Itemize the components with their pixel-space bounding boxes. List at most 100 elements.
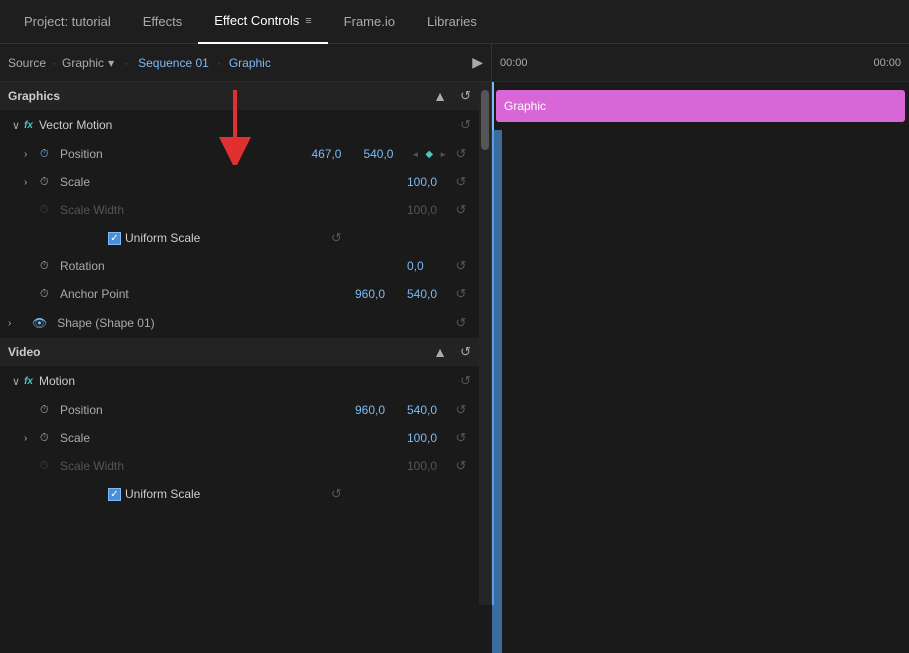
scale-stopwatch[interactable]: ⏱ (40, 176, 56, 189)
source-prefix: Source (8, 56, 46, 70)
uniform-scale-label: Uniform Scale (125, 231, 200, 245)
graphic-block[interactable]: Graphic (496, 90, 905, 122)
video-scale-stopwatch[interactable]: ⏱ (40, 432, 56, 445)
shape-row: › 👁 Shape (Shape 01) ↺ (0, 308, 479, 338)
anchor-point-stopwatch[interactable]: ⏱ (40, 288, 56, 301)
source-seq-item[interactable]: Graphic (229, 56, 271, 70)
video-reset-btn[interactable]: ↺ (460, 344, 471, 360)
position-nav-left[interactable]: ◄ (411, 150, 419, 159)
position-stopwatch[interactable]: ⏱ (40, 148, 56, 161)
video-scale-width-row: ⏱ Scale Width 100,0 ↺ (0, 452, 479, 480)
source-item: Graphic (62, 56, 104, 70)
video-scale-expand[interactable]: › (24, 433, 36, 444)
video-scale-width-label: Scale Width (60, 459, 403, 473)
position-row: › ⏱ Position 467,0 540,0 ◄ ◆ ► ↺ (0, 140, 479, 168)
position-label: Position (60, 147, 307, 161)
vector-motion-collapse[interactable]: ∨ (12, 119, 20, 132)
timeline-header: 00:00 00:00 (492, 44, 909, 82)
motion-collapse[interactable]: ∨ (12, 375, 20, 388)
vector-motion-name: Vector Motion (39, 118, 112, 132)
scale-expand[interactable]: › (24, 177, 36, 188)
uniform-scale-checkbox[interactable]: ✓ (108, 232, 121, 245)
tab-effects[interactable]: Effects (127, 0, 199, 44)
scale-row: › ⏱ Scale 100,0 ↺ (0, 168, 479, 196)
scale-reset[interactable]: ↺ (451, 174, 471, 190)
source-dropdown-icon[interactable]: ▾ (108, 56, 114, 70)
graphic-block-label: Graphic (504, 99, 546, 113)
shape-expand[interactable]: › (8, 318, 20, 329)
video-uniform-scale-row: ✓ Uniform Scale ↺ (0, 480, 479, 508)
menu-icon[interactable]: ≡ (305, 15, 311, 27)
video-title: Video (8, 345, 40, 359)
tab-libraries[interactable]: Libraries (411, 0, 493, 44)
position-keyframe[interactable]: ◆ (425, 149, 433, 160)
tab-effect-controls[interactable]: Effect Controls ≡ (198, 0, 327, 44)
vector-motion-row: ∨ fx Vector Motion ↺ (0, 110, 479, 140)
position-val1[interactable]: 467,0 (311, 147, 351, 161)
shape-reset[interactable]: ↺ (451, 315, 471, 331)
shape-eye-icon[interactable]: 👁 (32, 316, 47, 330)
scale-val[interactable]: 100,0 (407, 175, 447, 189)
position-reset[interactable]: ↺ (451, 146, 471, 162)
props-area: Graphics ▲ ↺ ∨ fx Vector Motion ↺ (0, 82, 479, 605)
right-panel: 00:00 00:00 Graphic (492, 44, 909, 605)
source-sequence[interactable]: Sequence 01 (138, 56, 209, 70)
panel-content: Graphics ▲ ↺ ∨ fx Vector Motion ↺ (0, 82, 491, 605)
vector-motion-reset[interactable]: ↺ (460, 117, 471, 133)
video-position-val2[interactable]: 540,0 (407, 403, 447, 417)
rotation-stopwatch[interactable]: ⏱ (40, 260, 56, 273)
anchor-point-label: Anchor Point (60, 287, 351, 301)
timeline-left-handle[interactable] (492, 130, 502, 653)
scroll-thumb[interactable] (481, 90, 489, 150)
position-nav-right[interactable]: ► (439, 150, 447, 159)
play-icon[interactable]: ▶ (472, 54, 483, 71)
tab-frameio[interactable]: Frame.io (328, 0, 411, 44)
motion-name: Motion (39, 374, 75, 388)
scale-width-label: Scale Width (60, 203, 403, 217)
left-scrollbar[interactable] (479, 82, 491, 605)
video-position-row: ⏱ Position 960,0 540,0 ↺ (0, 396, 479, 424)
video-scale-width-stopwatch[interactable]: ⏱ (40, 460, 56, 473)
graphics-reset-btn[interactable]: ↺ (460, 88, 471, 104)
video-scale-val[interactable]: 100,0 (407, 431, 447, 445)
position-val2[interactable]: 540,0 (363, 147, 403, 161)
video-position-val1[interactable]: 960,0 (355, 403, 395, 417)
scale-width-val: 100,0 (407, 203, 447, 217)
video-scale-label: Scale (60, 431, 403, 445)
main-layout: Source · Graphic ▾ · Sequence 01 · Graph… (0, 44, 909, 605)
anchor-point-val1[interactable]: 960,0 (355, 287, 395, 301)
video-position-label: Position (60, 403, 351, 417)
position-expand[interactable]: › (24, 149, 36, 160)
video-uniform-scale-checkbox[interactable]: ✓ (108, 488, 121, 501)
video-scale-reset[interactable]: ↺ (451, 430, 471, 446)
anchor-point-reset[interactable]: ↺ (451, 286, 471, 302)
fx-badge-motion: fx (24, 376, 33, 387)
timeline-start-time: 00:00 (500, 57, 528, 69)
fx-badge-vector: fx (24, 120, 33, 131)
video-scale-width-reset[interactable]: ↺ (451, 458, 471, 474)
scroll-up-btn[interactable]: ▲ (433, 88, 447, 104)
anchor-point-val2[interactable]: 540,0 (407, 287, 447, 301)
rotation-reset[interactable]: ↺ (451, 258, 471, 274)
video-uniform-scale-group[interactable]: ✓ Uniform Scale (108, 487, 200, 501)
rotation-label: Rotation (60, 259, 403, 273)
rotation-row: ⏱ Rotation 0,0 ↺ (0, 252, 479, 280)
tab-project[interactable]: Project: tutorial (8, 0, 127, 44)
graphics-section-header: Graphics ▲ ↺ (0, 82, 479, 110)
scale-width-stopwatch[interactable]: ⏱ (40, 204, 56, 217)
uniform-scale-checkbox-group[interactable]: ✓ Uniform Scale (108, 231, 200, 245)
uniform-scale-row: ✓ Uniform Scale ↺ (0, 224, 479, 252)
video-position-stopwatch[interactable]: ⏱ (40, 404, 56, 417)
rotation-val[interactable]: 0,0 (407, 259, 447, 273)
source-header: Source · Graphic ▾ · Sequence 01 · Graph… (0, 44, 491, 82)
video-scroll-up[interactable]: ▲ (433, 344, 447, 360)
motion-reset[interactable]: ↺ (460, 373, 471, 389)
video-scale-width-val: 100,0 (407, 459, 447, 473)
scale-width-reset[interactable]: ↺ (451, 202, 471, 218)
video-position-reset[interactable]: ↺ (451, 402, 471, 418)
motion-row: ∨ fx Motion ↺ (0, 366, 479, 396)
graphics-title: Graphics (8, 89, 60, 103)
video-uniform-scale-reset[interactable]: ↺ (326, 486, 346, 502)
uniform-scale-reset[interactable]: ↺ (326, 230, 346, 246)
timeline-area: Graphic (492, 82, 909, 605)
